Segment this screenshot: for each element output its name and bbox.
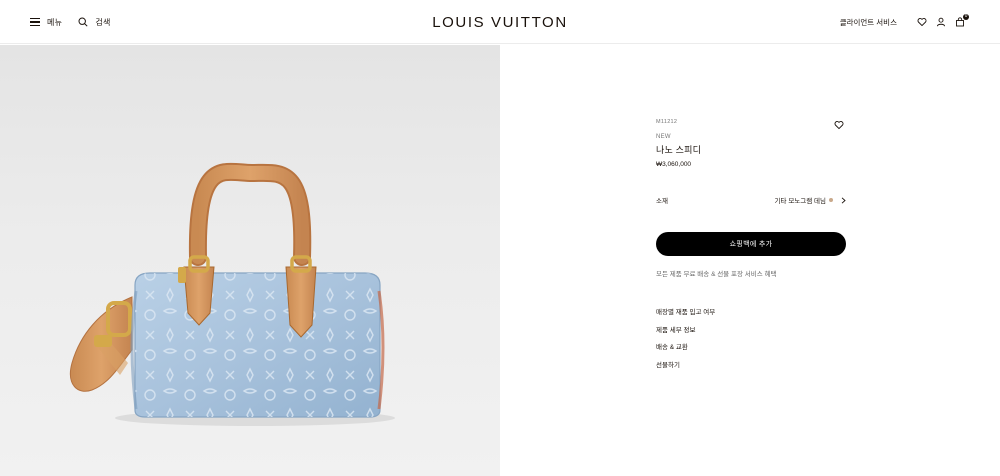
hamburger-icon (30, 18, 40, 26)
product-name: 나노 스피디 (656, 145, 702, 155)
product-links: 매장별 재품 입고 여부 제품 세부 정보 배송 & 교환 선물하기 (656, 308, 846, 378)
link-product-details[interactable]: 제품 세부 정보 (656, 326, 846, 344)
heart-icon (834, 121, 844, 130)
search-icon (78, 17, 88, 27)
product-price: ₩3,060,000 (656, 161, 692, 168)
new-badge: NEW (656, 134, 671, 140)
link-store-availability[interactable]: 매장별 재품 입고 여부 (656, 308, 846, 326)
material-selector[interactable]: 소재 기타 모노그램 데님 (656, 195, 846, 205)
material-swatch (829, 198, 833, 202)
menu-label: 메뉴 (47, 17, 63, 27)
account-button[interactable] (935, 16, 947, 28)
material-value-group: 기타 모노그램 데님 (775, 195, 846, 205)
add-to-cart-button[interactable]: 쇼핑백에 추가 (656, 232, 846, 256)
product-info-panel: M11212 NEW 나노 스피디 ₩3,060,000 소재 기타 모노그램 … (656, 110, 846, 378)
site-header: 메뉴 검색 LOUIS VUITTON 클라이언트 서비스 0 (0, 0, 1000, 44)
shipping-note: 모든 제품 무료 배송 & 선물 포장 서비스 혜택 (656, 271, 777, 278)
user-icon (936, 17, 946, 27)
link-gift[interactable]: 선물하기 (656, 361, 846, 379)
cart-button[interactable]: 0 (954, 14, 969, 28)
handbag-illustration (70, 162, 395, 426)
search-button[interactable]: 검색 (78, 17, 110, 28)
sku-row: M11212 (656, 110, 846, 130)
header-right: 클라이언트 서비스 0 (840, 0, 969, 44)
search-label: 검색 (95, 17, 111, 27)
menu-button[interactable]: 메뉴 (30, 17, 62, 28)
product-wishlist-button[interactable] (834, 117, 846, 130)
client-service-link[interactable]: 클라이언트 서비스 (840, 17, 897, 28)
material-value: 기타 모노그램 데님 (774, 198, 826, 205)
product-image[interactable] (0, 45, 500, 476)
heart-icon (917, 18, 927, 27)
header-left: 메뉴 검색 (30, 0, 111, 44)
chevron-right-icon (841, 196, 846, 204)
brand-logo[interactable]: LOUIS VUITTON (432, 14, 568, 31)
product-sku: M11212 (656, 119, 678, 125)
cart-count-badge: 0 (963, 14, 969, 20)
material-label: 소재 (656, 198, 668, 205)
link-shipping-returns[interactable]: 배송 & 교환 (656, 343, 846, 361)
wishlist-button[interactable] (916, 16, 928, 28)
